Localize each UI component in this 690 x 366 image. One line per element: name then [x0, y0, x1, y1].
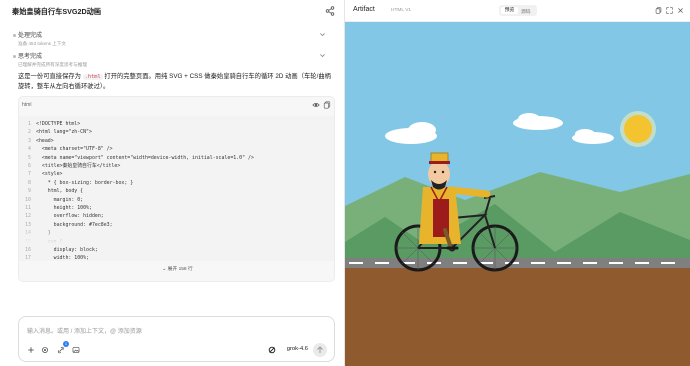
fullscreen-icon[interactable] [666, 7, 673, 14]
assistant-message: 这是一份可直接保存为 .html 打开的完整页面。用纯 SVG + CSS 做秦… [18, 72, 334, 92]
step-processing[interactable]: 处理完成 准备 453 tokens 上下文 [13, 30, 326, 47]
chat-title[interactable]: 秦始皇骑自行车SVG2D动画 [12, 7, 101, 17]
code-language: html [22, 102, 32, 108]
view-toggle: 预览 源码 [499, 5, 537, 16]
line-number: 1 [28, 121, 31, 127]
artifact-title: Artifact [353, 6, 375, 13]
step-subtitle: 已理解并完成所有深度思考与推理 [18, 62, 87, 67]
image-icon[interactable] [72, 346, 80, 354]
code-line: 9 html, body { [19, 187, 334, 195]
chevron-down-icon[interactable] [319, 31, 326, 38]
code-block: html 1 <!DOCTYPE html> 2 <html lang="zh-CN"… [18, 96, 335, 282]
tab-source[interactable]: 源码 [521, 8, 531, 15]
step-title: 思考完成 [18, 54, 43, 60]
tab-preview[interactable]: 预览 [501, 7, 518, 14]
line-number: 10 [25, 196, 31, 203]
head [428, 161, 450, 187]
eye-icon[interactable] [312, 101, 320, 109]
code-text: <style> [36, 171, 63, 178]
model-selector[interactable]: grok-4.6 [287, 346, 308, 352]
code-text: margin: 0; [36, 196, 84, 203]
code-line: 11 height: 100%; [19, 204, 334, 212]
eye [433, 170, 437, 174]
code-text: <head> [36, 137, 54, 144]
code-text: height: 100%; [36, 205, 92, 211]
ground [345, 268, 690, 366]
artifact-pane: Artifact HTML V1 预览 源码 [345, 0, 690, 366]
gear-icon[interactable] [41, 346, 49, 354]
code-text: <meta name="viewport" content="width=dev… [36, 154, 254, 161]
intro-text: 这是一份可直接保存为 [18, 73, 83, 80]
chevron-down-icon[interactable] [89, 6, 97, 14]
code-text: <meta charset="UTF-8" /> [36, 146, 113, 153]
message-composer[interactable]: 输入消息。或用 / 添加上下文，@ 添加资源 1 grok-4.6 [18, 316, 335, 362]
code-line: 4 <meta charset="UTF-8" /> [19, 145, 334, 153]
line-number: 12 [25, 213, 31, 220]
send-button[interactable] [313, 343, 327, 357]
code-line: 10 margin: 0; [19, 196, 334, 204]
code-text: <title>秦始皇骑自行车</title> [36, 163, 121, 169]
send-icon [317, 346, 323, 353]
grok-icon [268, 346, 276, 354]
inline-code: .html [82, 74, 103, 80]
sun [620, 111, 656, 147]
code-line: 2 <html lang="zh-CN"> [19, 128, 334, 136]
plus-icon[interactable] [27, 346, 35, 354]
code-line: 17 width: 100%; [19, 254, 334, 261]
code-text: display: block; [36, 247, 98, 253]
step-dot [13, 34, 16, 37]
step-subtitle: 准备 453 tokens 上下文 [18, 41, 66, 46]
code-line: 8 * { box-sizing: border-box; } [19, 179, 334, 187]
message-input[interactable]: 输入消息。或用 / 添加上下文，@ 添加资源 [27, 326, 142, 335]
close-icon[interactable] [677, 7, 684, 14]
line-number: 3 [28, 137, 31, 144]
line-number: 6 [28, 163, 31, 169]
code-line: 7 <style> [19, 170, 334, 178]
link-icon[interactable] [57, 346, 65, 354]
code-line: 16 display: block; [19, 246, 334, 254]
line-number: 5 [28, 154, 31, 161]
line-number: 8 [28, 179, 31, 186]
step-dot [13, 55, 16, 58]
code-text: <!DOCTYPE html> [36, 121, 81, 127]
code-line: 3 <head> [19, 137, 334, 145]
code-fade [19, 224, 334, 244]
expand-code-button[interactable]: ⌄ 展开 158 行 [19, 265, 334, 272]
line-number: 7 [28, 171, 31, 178]
chat-header: 秦始皇骑自行车SVG2D动画 [0, 0, 345, 24]
line-number: 11 [25, 205, 31, 211]
code-line: 1 <!DOCTYPE html> [19, 120, 334, 128]
code-line: 12 overflow: hidden; [19, 212, 334, 220]
crown-band [429, 161, 450, 164]
chevron-down-icon[interactable] [319, 52, 326, 59]
code-line: 6 <title>秦始皇骑自行车</title> [19, 162, 334, 170]
chat-pane: 秦始皇骑自行车SVG2D动画 处理完成 准备 453 tokens 上下文 思考… [0, 0, 345, 366]
crown [430, 152, 449, 163]
artifact-header: Artifact HTML V1 预览 源码 [345, 0, 690, 22]
code-text: <html lang="zh-CN"> [36, 129, 92, 136]
context-count-badge: 1 [63, 341, 69, 347]
artifact-version[interactable]: HTML V1 [391, 8, 411, 13]
line-number: 9 [28, 188, 31, 195]
app-root: 秦始皇骑自行车SVG2D动画 处理完成 准备 453 tokens 上下文 思考… [0, 0, 690, 366]
copy-icon[interactable] [323, 101, 331, 109]
step-title: 处理完成 [18, 33, 43, 39]
code-text: html, body { [36, 188, 84, 195]
line-number: 2 [28, 129, 31, 136]
line-number: 4 [28, 146, 31, 153]
arm [447, 186, 491, 198]
code-line: 5 <meta name="viewport" content="width=d… [19, 154, 334, 162]
expand-label: 展开 158 行 [167, 267, 193, 272]
copy-icon[interactable] [655, 7, 662, 14]
step-thinking[interactable]: 思考完成 已理解并完成所有深度思考与推理 [13, 51, 326, 68]
code-text: width: 100%; [36, 255, 89, 261]
code-text: * { box-sizing: border-box; } [36, 179, 134, 186]
line-number: 17 [25, 255, 31, 261]
share-icon[interactable] [325, 6, 335, 16]
code-text: overflow: hidden; [36, 213, 104, 220]
preview-scene [345, 22, 690, 366]
line-number: 16 [25, 247, 31, 253]
eye [441, 170, 445, 174]
